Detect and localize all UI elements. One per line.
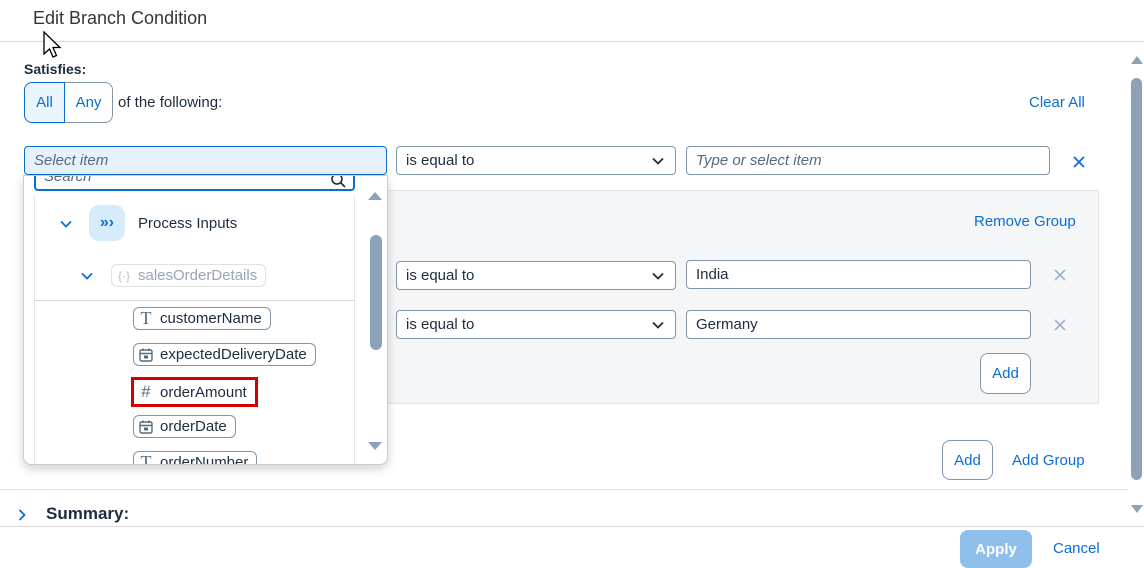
operator-value: is equal to [406,152,475,169]
header-divider [0,41,1144,42]
section-divider [0,489,1128,490]
scroll-down-icon[interactable] [1130,503,1144,515]
operator-value: is equal to [406,267,475,284]
dialog-title: Edit Branch Condition [33,8,208,28]
dropdown-search-input[interactable]: Search [34,175,355,191]
tree-border-right [354,196,355,464]
chevron-down-icon [652,321,664,329]
tree-node-sales-order-details[interactable]: {·} salesOrderDetails [111,264,267,287]
dropdown-scrollbar-thumb[interactable] [370,235,382,350]
leaf-label: orderNumber [160,454,249,465]
group-value-input-2[interactable]: Germany [686,310,1031,339]
calendar-icon [139,348,153,362]
leaf-label: expectedDeliveryDate [160,346,307,363]
clear-all-link[interactable]: Clear All [1029,94,1085,111]
value-text: Germany [696,316,758,333]
group-add-button[interactable]: Add [980,353,1031,394]
scroll-up-icon[interactable] [1130,54,1144,66]
leaf-label: orderDate [160,418,227,435]
leaf-label: customerName [160,310,262,327]
chevron-down-icon [652,272,664,280]
select-item-placeholder: Select item [34,152,109,169]
process-inputs-icon: »› [89,205,125,241]
all-toggle-button[interactable]: All [24,82,65,123]
remove-row-icon[interactable] [1053,268,1067,282]
satisfies-toggle: All Any [24,82,113,123]
dropdown-scroll-down-icon[interactable] [367,440,383,452]
operator-value: is equal to [406,316,475,333]
cancel-button[interactable]: Cancel [1053,540,1100,557]
tree-leaf-order-date[interactable]: orderDate [133,415,236,438]
value-placeholder: Type or select item [696,152,822,169]
remove-row-icon[interactable] [1053,318,1067,332]
mouse-cursor-icon [43,30,62,58]
value-text: India [696,266,729,283]
chevron-down-icon[interactable] [80,269,94,283]
add-button[interactable]: Add [942,440,993,480]
structure-icon: {·} [117,268,130,283]
group-operator-select-1[interactable]: is equal to [396,261,676,290]
satisfies-suffix: of the following: [118,94,223,111]
text-icon: T [140,452,152,465]
dropdown-scroll-up-icon[interactable] [367,190,383,202]
remove-condition-icon[interactable] [1072,155,1086,169]
search-icon[interactable] [330,175,346,188]
tree-border-left [34,196,35,464]
select-item-input[interactable]: Select item [24,146,387,175]
apply-button[interactable]: Apply [960,530,1032,568]
summary-header[interactable]: Summary: [46,504,129,524]
group-operator-select-2[interactable]: is equal to [396,310,676,339]
satisfies-label: Satisfies: [24,61,87,77]
add-group-link[interactable]: Add Group [1012,452,1085,469]
value-input[interactable]: Type or select item [686,146,1050,175]
remove-group-link[interactable]: Remove Group [974,213,1076,230]
tree-separator [34,300,354,301]
main-scrollbar-thumb[interactable] [1131,78,1142,480]
footer-divider [0,526,1144,527]
number-icon: # [141,382,151,401]
tree-node-process-inputs[interactable]: Process Inputs [138,215,237,232]
any-toggle-button[interactable]: Any [65,82,113,123]
leaf-label: orderAmount [160,383,247,401]
tree-leaf-expected-delivery-date[interactable]: expectedDeliveryDate [133,343,316,366]
tree-leaf-order-number[interactable]: T orderNumber [133,451,258,465]
search-placeholder: Search [44,175,92,185]
chevron-right-icon[interactable] [15,508,29,522]
group-value-input-1[interactable]: India [686,260,1031,289]
item-dropdown: Search »› Process Inputs {·} salesOrderD… [23,175,388,465]
text-icon: T [140,308,152,328]
node-label: salesOrderDetails [138,267,258,284]
tree-leaf-customer-name[interactable]: T customerName [133,307,271,330]
tree-leaf-order-amount[interactable]: # orderAmount [131,377,258,407]
calendar-icon [139,420,153,434]
chevron-down-icon[interactable] [59,217,73,231]
operator-select[interactable]: is equal to [396,146,676,175]
chevron-down-icon [652,157,664,165]
